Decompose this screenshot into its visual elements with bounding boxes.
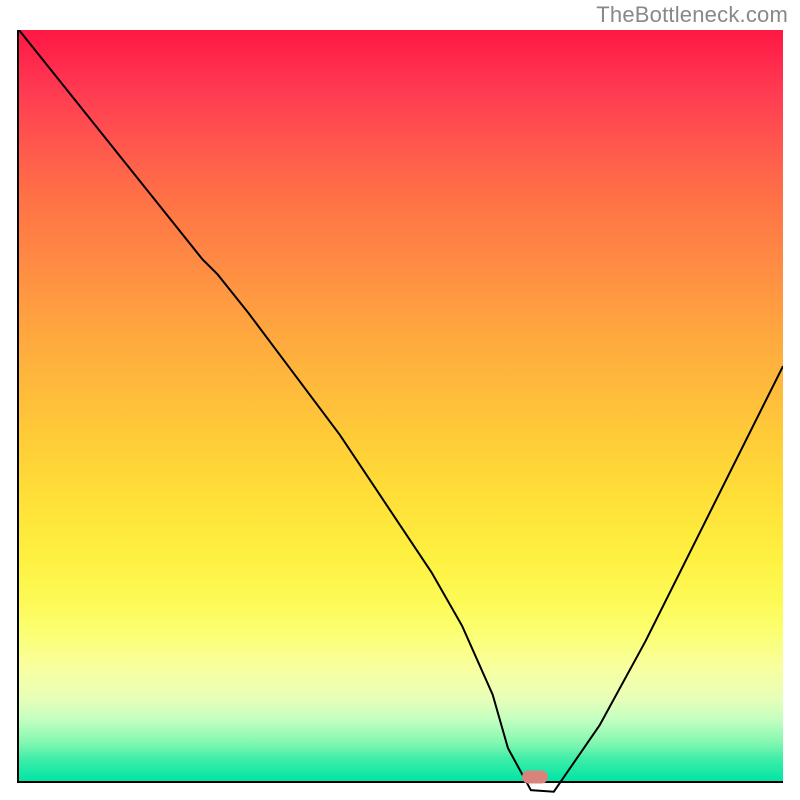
chart-plot-area: [17, 30, 783, 783]
chart-marker: [522, 771, 548, 784]
watermark-text: TheBottleneck.com: [596, 2, 788, 28]
chart-curve: [19, 30, 783, 794]
